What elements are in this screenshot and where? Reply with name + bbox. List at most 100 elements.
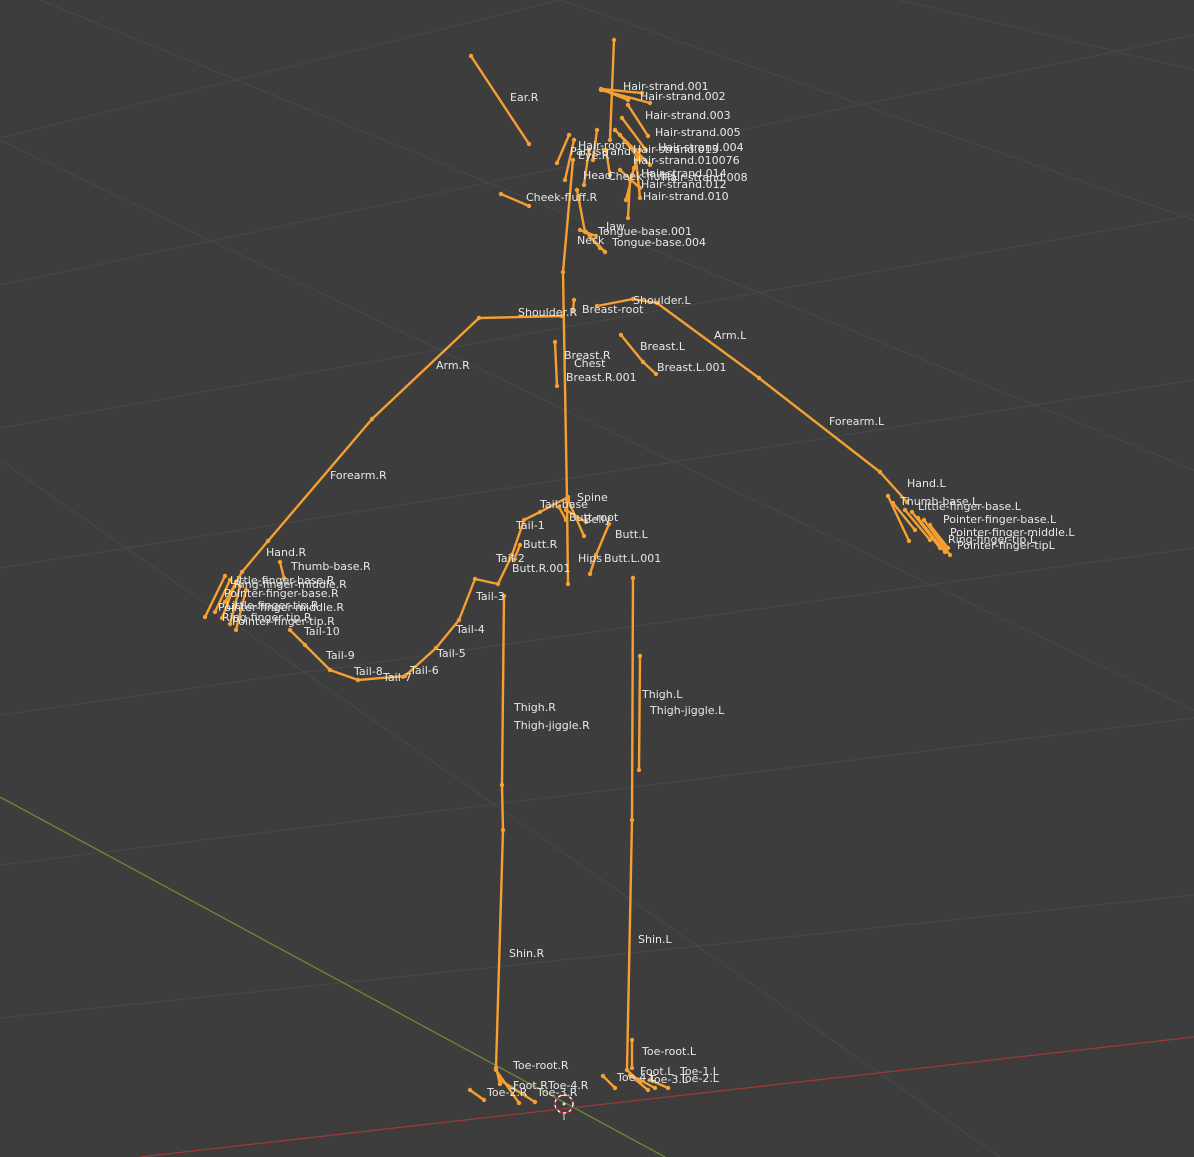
bone-segment[interactable] — [494, 828, 505, 1070]
bone-joint — [571, 137, 577, 143]
bone-label-butt-r-001: Butt.R.001 — [512, 562, 570, 575]
bone-joint — [233, 627, 239, 633]
bone-label-hair-strand-010076: Hair-strand.010076 — [633, 154, 740, 167]
bone-label-butt-l-001: Butt.L.001 — [604, 552, 661, 565]
bone-label-little-finger-base-l: Little-finger-base.L — [918, 500, 1022, 513]
bone-segment[interactable] — [555, 133, 571, 165]
bone-segment[interactable] — [499, 192, 531, 208]
bone-joint — [327, 667, 333, 673]
bone-segment[interactable] — [473, 577, 500, 586]
bone-label-toe-2-r: Toe-2.R — [486, 1086, 528, 1099]
bone-joint — [202, 614, 208, 620]
bone-segment[interactable] — [468, 1088, 486, 1102]
bone-label-arm-r: Arm.R — [436, 359, 470, 372]
bone-label-tongue-base-004: Tongue-base.004 — [611, 236, 706, 249]
bone-joint — [915, 515, 921, 521]
bone-segment[interactable] — [500, 594, 506, 787]
bone-label-tail-7: Tail-7 — [382, 671, 412, 684]
bone-segment[interactable] — [240, 539, 270, 574]
bone-joint — [560, 269, 566, 275]
bone-label-breast-l-001: Breast.L.001 — [657, 361, 727, 374]
bone-joint — [355, 677, 361, 683]
bone-label-cheek-fluff-r: Cheek-fluff.R — [526, 191, 598, 204]
bone-joint — [302, 642, 308, 648]
bone-label-tail-1: Tail-1 — [515, 519, 545, 532]
bone-joint — [222, 573, 228, 579]
bone-joint — [612, 127, 618, 133]
bone-label-hair-strand-002: Hair-strand.002 — [640, 90, 726, 103]
bone-label-tail-8: Tail-8 — [353, 665, 383, 678]
bone-label-forearm-r: Forearm.R — [330, 469, 387, 482]
bone-label-tail-6: Tail-6 — [409, 664, 439, 677]
bone-joint — [468, 53, 474, 59]
bone-joint — [625, 97, 631, 103]
bone-joint — [467, 1087, 473, 1093]
bone-segment[interactable] — [457, 577, 477, 622]
bone-joint — [277, 559, 283, 565]
bone-label-butt-r: Butt.R — [523, 538, 558, 551]
bone-segment[interactable] — [637, 654, 642, 772]
bone-joint — [516, 1100, 522, 1106]
bone-label-ear-r: Ear.R — [510, 91, 539, 104]
bone-labels: Ear.RHair-strand.001Hair-strand.002Hair-… — [218, 80, 1075, 1099]
bone-joint — [594, 127, 600, 133]
bone-joint — [756, 375, 762, 381]
bone-joint — [600, 1073, 606, 1079]
bone-joint — [937, 545, 943, 551]
bone-joint — [497, 1077, 503, 1083]
bone-segment[interactable] — [630, 576, 635, 822]
bone-joint — [212, 609, 218, 615]
bone-label-thumb-base-r: Thumb-base.R — [290, 560, 371, 573]
bone-label-forearm-l: Forearm.L — [829, 415, 885, 428]
bone-segment[interactable] — [288, 628, 307, 647]
bone-joint — [612, 1085, 618, 1091]
bone-segment[interactable] — [500, 783, 505, 832]
bone-segment[interactable] — [553, 340, 559, 388]
bone-label-hand-r: Hand.R — [266, 546, 306, 559]
bone-joint — [554, 160, 560, 166]
bone-label-shin-r: Shin.R — [509, 947, 544, 960]
bone-segment[interactable] — [601, 1074, 617, 1090]
bone-joint — [499, 782, 505, 788]
bone-joint — [554, 383, 560, 389]
bone-joint — [927, 537, 933, 543]
bone-joint — [500, 827, 506, 833]
bone-segment[interactable] — [641, 360, 658, 376]
bone-joint — [602, 249, 608, 255]
armature-scene[interactable]: Ear.RHair-strand.001Hair-strand.002Hair-… — [0, 0, 1194, 1157]
bone-label-toe-root-l: Toe-root.L — [641, 1045, 697, 1058]
bone-joint — [476, 315, 482, 321]
bone-joint — [947, 552, 953, 558]
bone-label-thigh-jiggle-r: Thigh-jiggle.R — [513, 719, 590, 732]
bone-joint — [581, 533, 587, 539]
bone-joint — [566, 132, 572, 138]
bone-joint — [481, 1097, 487, 1103]
bone-joint — [629, 1065, 635, 1071]
bone-label-thigh-r: Thigh.R — [513, 701, 556, 714]
bone-joint — [598, 87, 604, 93]
bone-label-belly: Belly — [584, 513, 611, 526]
bone-joint — [495, 581, 501, 587]
bone-joint — [921, 517, 927, 523]
bone-joint — [611, 37, 617, 43]
bone-segment[interactable] — [594, 522, 611, 557]
bone-label-tail-base: Tail-base — [539, 498, 588, 511]
bone-joint — [565, 581, 571, 587]
bone-label-breast-l: Breast.L — [640, 340, 686, 353]
bone-joint — [630, 575, 636, 581]
bone-label-hair-strand-010: Hair-strand.010 — [643, 190, 729, 203]
bone-joint — [265, 538, 271, 544]
bone-joint — [526, 141, 532, 147]
bone-joint — [570, 157, 576, 163]
bone-joint — [287, 627, 293, 633]
bone-joint — [587, 571, 593, 577]
bone-label-tail-5: Tail-5 — [436, 647, 466, 660]
bone-joint — [625, 102, 631, 108]
3d-viewport[interactable]: Ear.R Hair-strand.001 Hair-strand.002 Hair-… — [0, 0, 1194, 1157]
bone-joint — [637, 653, 643, 659]
bone-joint — [637, 195, 643, 201]
bone-segment[interactable] — [625, 818, 634, 1072]
bone-joint — [902, 507, 908, 513]
bone-joint — [581, 182, 587, 188]
bone-joint — [526, 203, 532, 209]
